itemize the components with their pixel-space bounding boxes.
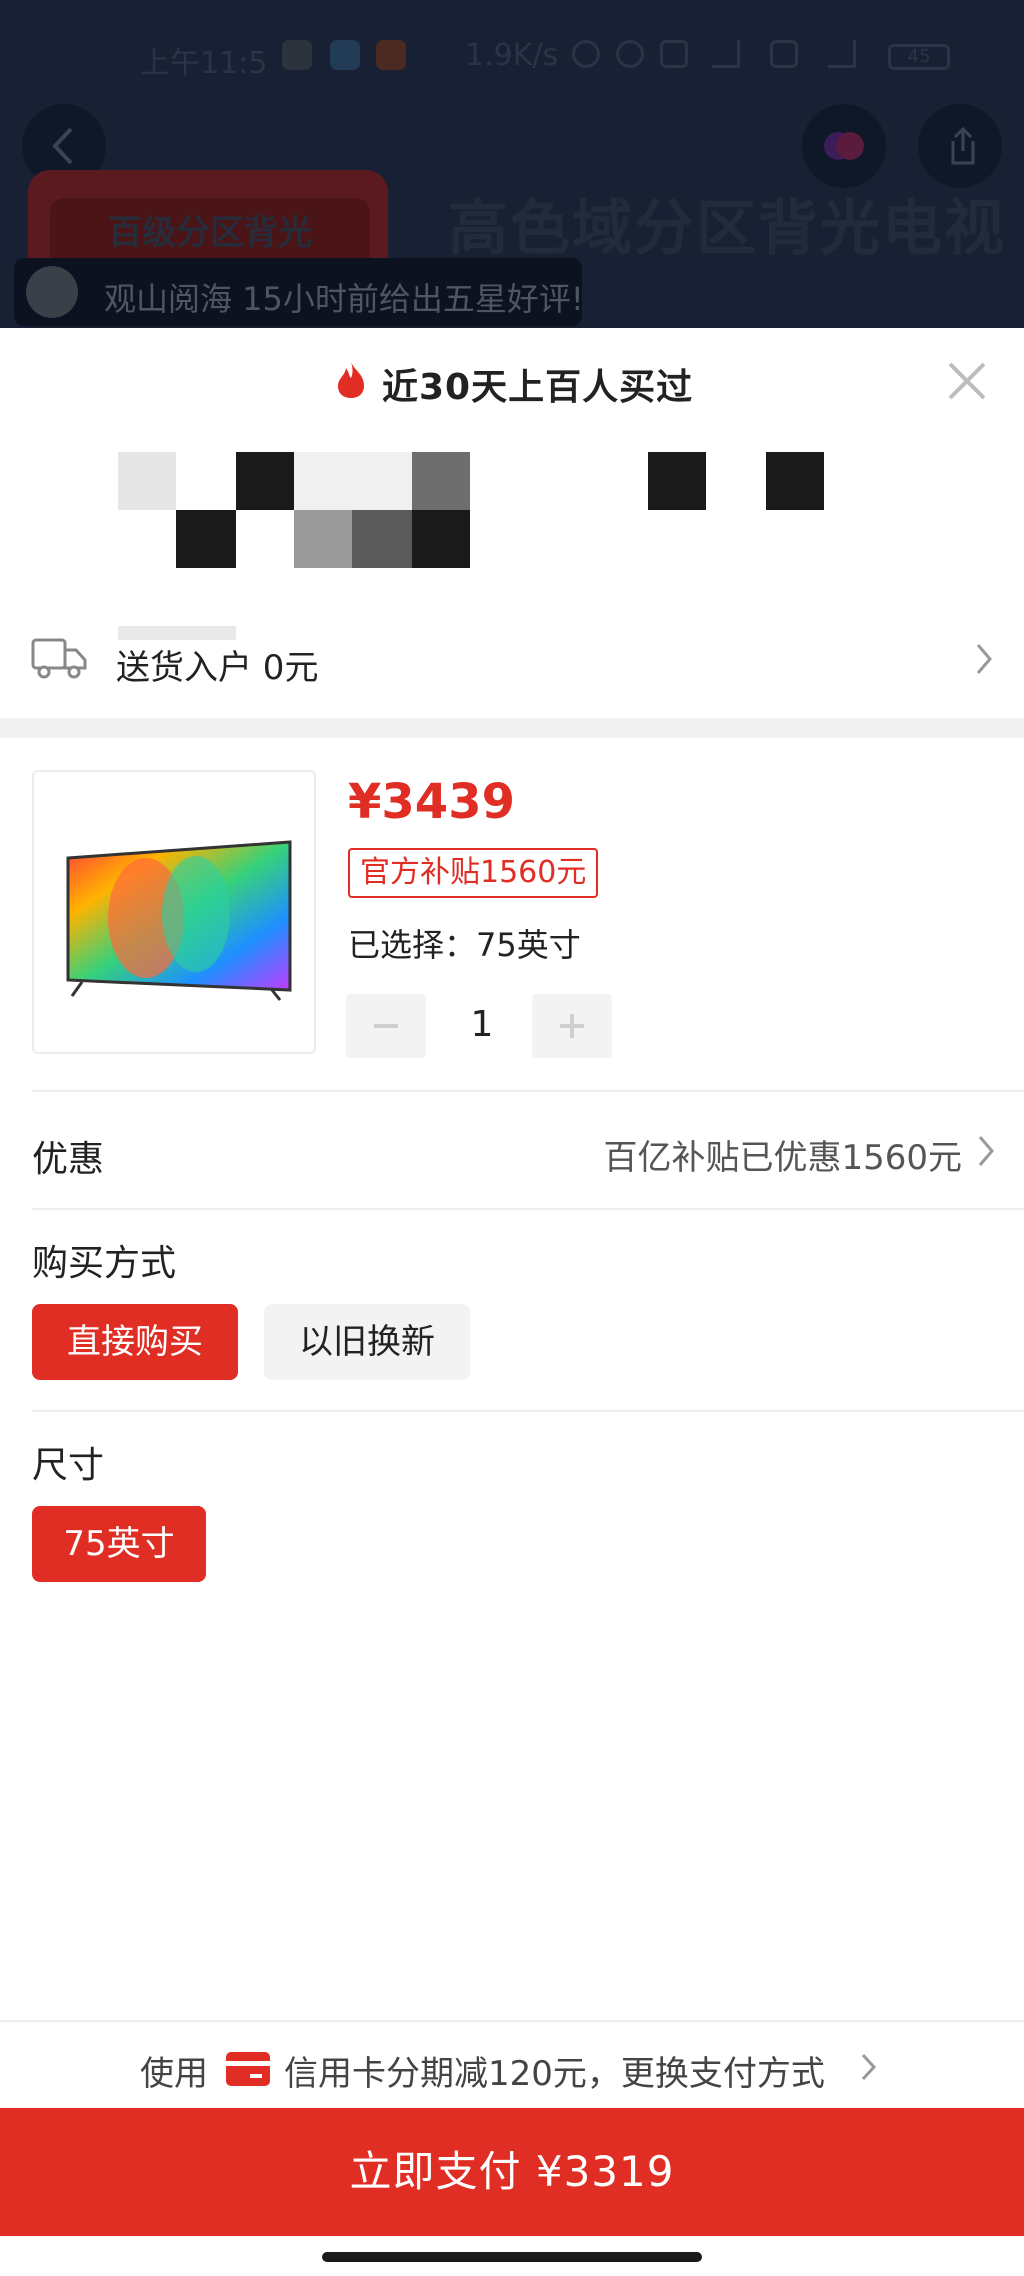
payment-prefix: 使用 <box>140 2054 208 2094</box>
signal-icon <box>828 40 856 68</box>
mute-icon <box>572 40 600 68</box>
payment-method-row[interactable]: 使用 信用卡分期减120元，更换支付方式 <box>0 2020 1024 2110</box>
status-bar: 上午11:5 1.9K/s 45 <box>0 0 1024 100</box>
delivery-row[interactable]: 送货入户 0元 <box>0 618 1024 698</box>
payment-info: 信用卡分期减120元，更换支付方式 <box>284 2054 825 2094</box>
mosaic-block <box>648 452 706 510</box>
chevron-right-icon <box>976 644 992 674</box>
notification-app-icon <box>376 40 406 70</box>
back-arrow-icon <box>52 127 73 165</box>
chevron-right-icon <box>978 1136 994 1166</box>
review-ticker: 观山阅海 15小时前给出五星好评! <box>14 258 584 326</box>
avatar <box>26 266 78 318</box>
mosaic-block <box>766 452 824 510</box>
product-price: ¥3439 <box>348 774 515 830</box>
mosaic-block <box>352 510 412 568</box>
minus-icon <box>374 1024 398 1028</box>
option-size-75[interactable]: 75英寸 <box>32 1506 206 1582</box>
wifi-icon <box>770 40 798 68</box>
brand-logo-button[interactable] <box>802 104 886 188</box>
discount-label: 优惠 <box>32 1139 105 1180</box>
quantity-increase-button[interactable] <box>532 994 612 1058</box>
share-button[interactable] <box>918 104 1002 188</box>
mosaic-block <box>176 510 236 568</box>
product-thumbnail <box>32 770 316 1054</box>
alarm-icon <box>616 40 644 68</box>
purchase-sheet: 近30天上百人买过 送货入户 0元 ¥3439 官方补贴1560元 已选择：75… <box>0 328 1024 2276</box>
review-text: 观山阅海 15小时前给出五星好评! <box>104 280 584 318</box>
delivery-text: 送货入户 0元 <box>116 648 319 688</box>
mosaic-block <box>412 510 470 568</box>
close-icon[interactable] <box>942 356 992 406</box>
truck-icon <box>31 638 87 679</box>
section-gap <box>0 718 1024 738</box>
status-time: 上午11:5 <box>140 46 268 81</box>
credit-card-icon <box>226 2052 270 2086</box>
network-speed: 1.9K/s <box>465 38 559 73</box>
subsidy-badge: 官方补贴1560元 <box>348 848 599 898</box>
selected-spec: 已选择：75英寸 <box>348 926 581 964</box>
brand-logo-icon <box>824 132 864 160</box>
tv-image <box>66 840 292 1001</box>
mosaic-block <box>236 452 294 510</box>
battery-icon: 45 <box>888 44 950 70</box>
mosaic-block <box>412 452 470 510</box>
fire-icon <box>338 362 364 398</box>
background-page: 上午11:5 1.9K/s 45 百级分区背光 高色域分区背光电视 观山阅海 1… <box>0 0 1024 330</box>
home-indicator <box>322 2252 702 2262</box>
notification-app-icon <box>330 40 360 70</box>
chevron-right-icon <box>861 2053 877 2081</box>
divider <box>32 1090 1024 1092</box>
mosaic-block <box>294 510 352 568</box>
option-trade-in[interactable]: 以旧换新 <box>264 1304 470 1380</box>
quantity-decrease-button[interactable] <box>346 994 426 1058</box>
notification-app-icon <box>282 40 312 70</box>
share-icon <box>951 126 975 165</box>
option-direct-buy[interactable]: 直接购买 <box>32 1304 238 1380</box>
plus-icon <box>560 1014 584 1038</box>
mosaic-block <box>294 452 412 510</box>
mosaic-block <box>118 452 176 510</box>
purchase-method-label: 购买方式 <box>32 1243 177 1284</box>
sheet-title: 近30天上百人买过 <box>382 367 694 408</box>
signal-icon <box>712 40 740 68</box>
nfc-icon <box>660 40 688 68</box>
pay-now-button[interactable]: 立即支付 ¥3319 <box>0 2108 1024 2236</box>
discount-value: 百亿补贴已优惠1560元 <box>603 1138 962 1178</box>
divider <box>32 1410 1024 1412</box>
quantity-value[interactable]: 1 <box>440 1004 524 1045</box>
divider <box>32 1208 1024 1210</box>
product-headline: 高色域分区背光电视 <box>448 194 1006 264</box>
size-label: 尺寸 <box>32 1445 105 1486</box>
sheet-header: 近30天上百人买过 <box>0 328 1024 426</box>
